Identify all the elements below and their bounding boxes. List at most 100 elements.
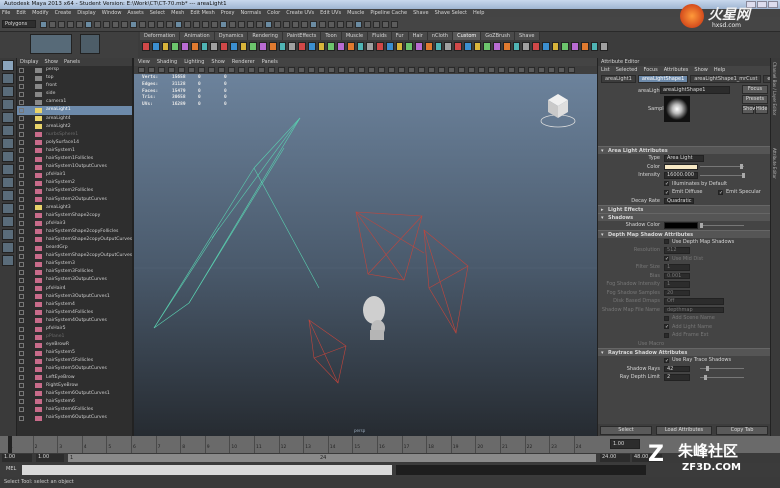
viewport-tool-icon[interactable] (428, 67, 435, 73)
viewport-tool-icon[interactable] (258, 67, 265, 73)
expand-icon[interactable] (19, 245, 24, 251)
expand-icon[interactable] (19, 269, 24, 275)
expand-icon[interactable] (19, 391, 24, 397)
status-tool-icon[interactable] (328, 21, 335, 28)
illum-default-checkbox[interactable] (664, 180, 669, 189)
viewport-tool-icon[interactable] (198, 67, 205, 73)
outliner-item[interactable]: areaLight2 (17, 123, 132, 131)
outliner-item[interactable]: hairSystem6Follicles (17, 406, 132, 414)
shelf-tool-icon[interactable] (171, 42, 179, 51)
expand-icon[interactable] (19, 99, 24, 105)
status-tool-icon[interactable] (193, 21, 200, 28)
status-tool-icon[interactable] (121, 21, 128, 28)
shelf-tool-icon[interactable] (161, 42, 170, 51)
status-tool-icon[interactable] (355, 21, 362, 28)
ae-tab[interactable]: areaLight1 (601, 75, 636, 83)
outliner-item[interactable]: hairSystemShape2copy (17, 212, 132, 220)
viewport-tool-icon[interactable] (538, 67, 545, 73)
outliner-item[interactable]: RightEyeBrow (17, 382, 132, 390)
shelf-tool-icon[interactable] (259, 42, 267, 51)
expand-icon[interactable] (19, 334, 24, 340)
shelf-tool-icon[interactable] (268, 42, 277, 51)
node-name-field[interactable]: areaLightShape1 (660, 86, 730, 94)
status-tool-icon[interactable] (67, 21, 74, 28)
status-tool-icon[interactable] (130, 21, 137, 28)
shelf-tool-icon[interactable] (512, 42, 521, 51)
outliner-item[interactable]: hairSystem5 (17, 349, 132, 357)
viewport-tool-icon[interactable] (558, 67, 565, 73)
ae-menu-item[interactable]: List (601, 66, 610, 74)
outliner-item[interactable]: pfxHair1 (17, 171, 132, 179)
shadow-color-swatch[interactable] (664, 222, 698, 229)
select-button[interactable]: Select (600, 426, 652, 435)
section-light-effects[interactable]: Light Effects (598, 205, 770, 214)
shelf-tool-icon[interactable] (454, 42, 462, 51)
viewport-menu-item[interactable]: Shading (157, 58, 177, 66)
status-tool-icon[interactable] (139, 21, 146, 28)
outliner-item[interactable]: hairSystem5OutputCurves (17, 365, 132, 373)
shelf-tool-icon[interactable] (541, 42, 550, 51)
tool-icon[interactable] (2, 138, 14, 149)
expand-icon[interactable] (19, 188, 24, 194)
use-dm-checkbox[interactable] (664, 239, 669, 244)
outliner-item[interactable]: polySurface14 (17, 139, 132, 147)
tool-icon[interactable] (2, 60, 14, 71)
expand-icon[interactable] (19, 277, 24, 283)
viewport-tool-icon[interactable] (338, 67, 345, 73)
viewport-tool-icon[interactable] (218, 67, 225, 73)
status-tool-icon[interactable] (175, 21, 182, 28)
viewport-tool-icon[interactable] (188, 67, 195, 73)
ae-menu-item[interactable]: Help (714, 66, 725, 74)
expand-icon[interactable] (19, 261, 24, 267)
status-tool-icon[interactable] (247, 21, 254, 28)
expand-icon[interactable] (19, 172, 24, 178)
tool-icon[interactable] (2, 125, 14, 136)
outliner-item[interactable]: beardGrp (17, 244, 132, 252)
status-tool-icon[interactable] (40, 21, 47, 28)
expand-icon[interactable] (19, 294, 24, 300)
outliner-item[interactable]: hairSystemShape2copyFollicles (17, 228, 132, 236)
outliner-item[interactable]: LeftEyeBrow (17, 374, 132, 382)
shelf-tool-icon[interactable] (317, 42, 326, 51)
outliner-item[interactable]: pPlane1 (17, 333, 132, 341)
status-tool-icon[interactable] (166, 21, 173, 28)
menu-item[interactable]: Edit (16, 9, 26, 17)
shelf-tool-icon[interactable] (561, 42, 569, 51)
outliner-item[interactable]: hairSystem3 (17, 260, 132, 268)
viewport-tool-icon[interactable] (398, 67, 405, 73)
menu-item[interactable]: Select (150, 9, 165, 17)
outliner-item[interactable]: hairSystem2Follicles (17, 187, 132, 195)
section-depth-map-shadow[interactable]: Depth Map Shadow Attributes (598, 229, 770, 239)
viewport-tool-icon[interactable] (478, 67, 485, 73)
range-bar[interactable]: 1 24 (68, 454, 596, 462)
menu-item[interactable]: Pipeline Cache (370, 9, 407, 17)
status-tool-icon[interactable] (373, 21, 380, 28)
ae-menu-item[interactable]: Selected (616, 66, 638, 74)
presets-button[interactable]: Presets (742, 95, 768, 104)
status-tool-icon[interactable] (49, 21, 56, 28)
shelf-tool-icon[interactable] (590, 42, 599, 51)
viewport-tool-icon[interactable] (158, 67, 165, 73)
menu-item[interactable]: Mesh (171, 9, 184, 17)
viewport-tool-icon[interactable] (178, 67, 185, 73)
shelf-tab[interactable]: Custom (453, 32, 482, 40)
outliner-menu-item[interactable]: Display (20, 58, 38, 66)
tool-icon[interactable] (2, 99, 14, 110)
viewport-tool-icon[interactable] (358, 67, 365, 73)
expand-icon[interactable] (19, 399, 24, 405)
status-tool-icon[interactable] (319, 21, 326, 28)
viewport-tool-icon[interactable] (268, 67, 275, 73)
outliner-item[interactable]: hairSystem3Follicles (17, 268, 132, 276)
expand-icon[interactable] (19, 75, 24, 81)
expand-icon[interactable] (19, 237, 24, 243)
shelf-tab[interactable]: PaintEffects (282, 32, 322, 40)
outliner-item[interactable]: hairSystem3OutputCurves1 (17, 293, 132, 301)
intensity-input[interactable]: 16000.000 (664, 172, 698, 179)
expand-icon[interactable] (19, 318, 24, 324)
shelf-tool-icon[interactable] (444, 42, 452, 51)
expand-icon[interactable] (19, 116, 24, 122)
range-start-field[interactable]: 1.00 (2, 454, 32, 462)
shelf-tab[interactable]: Dynamics (214, 32, 249, 40)
viewport-tool-icon[interactable] (468, 67, 475, 73)
decay-dropdown[interactable]: Quadratic (664, 197, 694, 204)
